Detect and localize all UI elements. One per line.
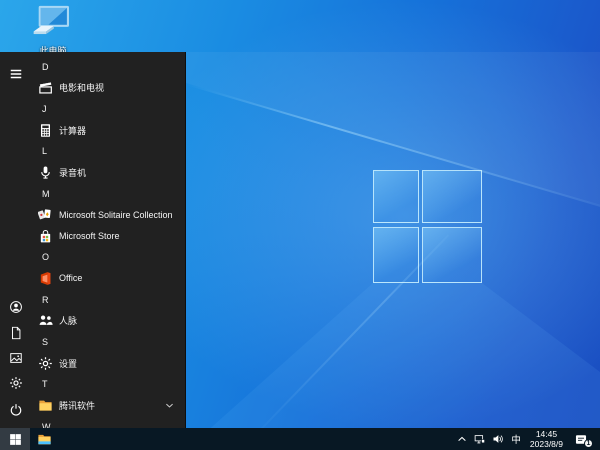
- documents-button[interactable]: [0, 319, 32, 347]
- app-item[interactable]: 计算器: [32, 120, 185, 141]
- pictures-button[interactable]: [0, 344, 32, 372]
- gear-icon: [38, 356, 53, 371]
- taskbar: 中 14:45 2023/8/9 1: [0, 428, 600, 450]
- app-item[interactable]: 电影和电视: [32, 77, 185, 98]
- volume-button[interactable]: [489, 428, 507, 450]
- section-header-label: L: [42, 146, 48, 157]
- app-item-label: 录音机: [59, 168, 87, 179]
- settings-button[interactable]: [0, 369, 32, 397]
- notification-badge: 1: [584, 439, 593, 448]
- file-explorer-button[interactable]: [30, 428, 59, 450]
- solitaire-icon: [38, 207, 53, 222]
- power-button[interactable]: [0, 396, 32, 424]
- gear-icon: [9, 376, 23, 390]
- clock-date: 2023/8/9: [529, 439, 563, 449]
- logo-pane: [422, 170, 482, 223]
- calculator-icon: [38, 123, 53, 138]
- file-explorer-icon: [37, 432, 52, 447]
- section-header-label: T: [42, 379, 48, 390]
- section-header-label: M: [42, 188, 50, 199]
- app-item-label: Microsoft Solitaire Collection: [59, 209, 173, 220]
- user-profile-button[interactable]: [0, 293, 32, 321]
- start-button[interactable]: [0, 428, 30, 450]
- section-header-label: J: [42, 103, 47, 114]
- app-item[interactable]: 录音机: [32, 162, 185, 183]
- power-icon: [9, 403, 23, 417]
- app-item[interactable]: 人脉: [32, 310, 185, 331]
- document-icon: [9, 326, 23, 340]
- app-section-header-W[interactable]: W: [32, 416, 185, 428]
- people-icon: [38, 313, 53, 328]
- action-center-button[interactable]: 1: [568, 428, 596, 450]
- user-icon: [9, 300, 23, 314]
- ime-indicator[interactable]: 中: [507, 428, 525, 450]
- start-menu: D 电影和电视 J 计算器 L 录音机 M Microsoft Solitaire Colle…: [0, 52, 186, 428]
- office-icon: [38, 271, 53, 286]
- volume-icon: [492, 433, 504, 445]
- logo-pane: [373, 227, 419, 283]
- app-section-header-L[interactable]: L: [32, 141, 185, 162]
- pictures-icon: [9, 351, 23, 365]
- app-item-label: Office: [59, 273, 83, 284]
- section-header-label: O: [42, 252, 50, 263]
- logo-pane: [373, 170, 419, 223]
- app-section-header-J[interactable]: J: [32, 98, 185, 119]
- clock[interactable]: 14:45 2023/8/9: [525, 429, 568, 449]
- app-item[interactable]: Microsoft Solitaire Collection: [32, 204, 185, 225]
- expand-menu-button[interactable]: [0, 60, 32, 88]
- windows-logo-icon: [9, 433, 22, 446]
- section-header-label: D: [42, 61, 49, 72]
- section-header-label: R: [42, 294, 49, 305]
- app-item-label: 腾讯软件: [59, 401, 96, 412]
- desktop: 此电脑 D 电影和电视 J 计算器 L 录音机 M Microsoft Solitaire C…: [0, 0, 600, 450]
- store-icon: [38, 229, 53, 244]
- windows-logo-wallpaper: [373, 170, 482, 283]
- app-section-header-T[interactable]: T: [32, 374, 185, 395]
- clock-time: 14:45: [535, 429, 558, 439]
- folder-icon: [38, 398, 53, 413]
- app-section-header-O[interactable]: O: [32, 247, 185, 268]
- app-item[interactable]: Office: [32, 268, 185, 289]
- chevron-down-icon[interactable]: [164, 400, 175, 411]
- app-section-header-R[interactable]: R: [32, 289, 185, 310]
- app-item[interactable]: Microsoft Store: [32, 226, 185, 247]
- app-section-header-D[interactable]: D: [32, 56, 185, 77]
- app-item-label: 设置: [59, 358, 78, 369]
- logo-pane: [422, 227, 482, 283]
- app-item-label: 人脉: [59, 316, 78, 327]
- movies-tv-icon: [38, 80, 53, 95]
- desktop-icon-this-pc[interactable]: 此电脑: [22, 5, 84, 57]
- system-tray: 中 14:45 2023/8/9 1: [453, 428, 596, 450]
- network-icon: [474, 433, 486, 445]
- app-item[interactable]: 腾讯软件: [32, 395, 185, 416]
- network-button[interactable]: [471, 428, 489, 450]
- chevron-up-icon: [456, 433, 468, 445]
- hidden-icons-button[interactable]: [453, 428, 471, 450]
- start-menu-rail: [0, 52, 32, 428]
- section-header-label: S: [42, 337, 49, 348]
- app-section-header-S[interactable]: S: [32, 331, 185, 352]
- hamburger-icon: [9, 67, 23, 81]
- this-pc-icon: [32, 5, 74, 37]
- voice-recorder-icon: [38, 165, 53, 180]
- app-item[interactable]: 设置: [32, 353, 185, 374]
- app-item-label: 计算器: [59, 125, 87, 136]
- start-menu-app-list: D 电影和电视 J 计算器 L 录音机 M Microsoft Solitaire Colle…: [32, 56, 185, 428]
- app-item-label: 电影和电视: [59, 83, 105, 94]
- app-item-label: Microsoft Store: [59, 231, 120, 242]
- app-section-header-M[interactable]: M: [32, 183, 185, 204]
